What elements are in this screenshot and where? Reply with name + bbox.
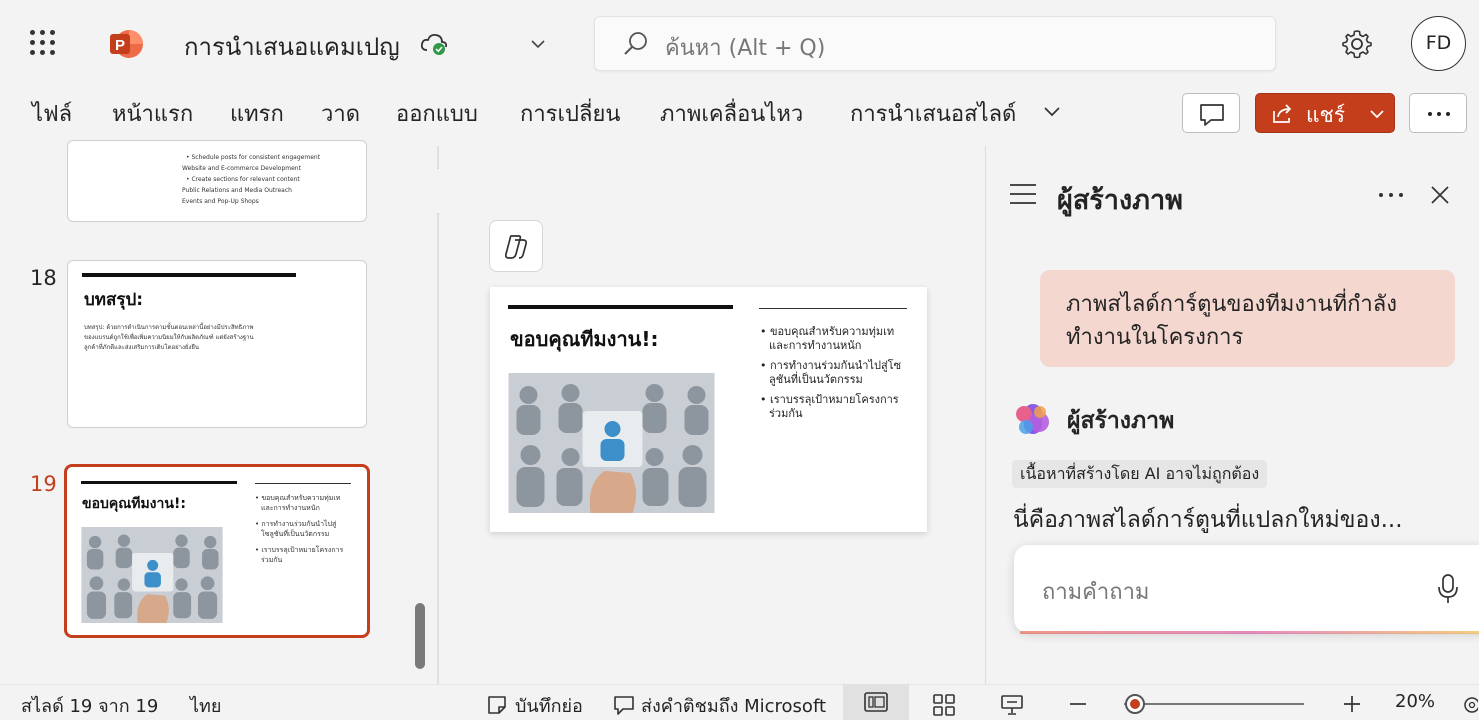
- thumb-body: ลูกค้าที่ภักดีและส่งเสริมการเติบโตอย่างย…: [84, 344, 199, 351]
- thumb-bullet: • ขอบคุณสำหรับความทุ่มเท: [255, 494, 341, 502]
- assistant-response: นี่คือภาพสไลด์การ์ตูนที่แปลกใหม่ของ...: [1013, 507, 1403, 533]
- bullet-item: • เราบรรลุเป้าหมายโครงการ ร่วมกัน: [760, 393, 899, 420]
- thumb-bullet: • การทำงานร่วมกันนำไปสู่: [255, 520, 337, 528]
- user-prompt-text: ภาพสไลด์การ์ตูนของทีมงานที่กำลังทำงานในโ…: [1066, 292, 1397, 350]
- normal-view-icon: [864, 692, 888, 712]
- slide-sorter-icon[interactable]: [932, 693, 956, 717]
- title-rule: [81, 481, 237, 484]
- ask-placeholder: ถามคำถาม: [1042, 580, 1150, 605]
- fit-to-window-icon[interactable]: [1460, 693, 1478, 717]
- chevron-down-icon[interactable]: [528, 34, 548, 54]
- main-slide[interactable]: ขอบคุณทีมงาน!: • ขอบคุณสำหรับความทุ่มเท …: [490, 287, 927, 532]
- slide-bullets[interactable]: • ขอบคุณสำหรับความทุ่มเท และการทำงานหนัก…: [760, 325, 910, 421]
- user-prompt-bubble: ภาพสไลด์การ์ตูนของทีมงานที่กำลังทำงานในโ…: [1040, 270, 1455, 367]
- tab-design[interactable]: ออกแบบ: [396, 96, 478, 131]
- search-placeholder: ค้นหา (Alt + Q): [665, 36, 826, 61]
- notes-button[interactable]: บันทึกย่อ: [515, 691, 583, 720]
- normal-view-button[interactable]: [843, 684, 909, 720]
- thumb-bullet: • เราบรรลุเป้าหมายโครงการ: [255, 546, 344, 554]
- comment-icon: [1200, 104, 1224, 126]
- title-bar: P การนำเสนอแคมเปญ ค้นหา (Alt + Q) FD: [0, 0, 1479, 88]
- tab-animations[interactable]: ภาพเคลื่อนไหว: [660, 96, 803, 131]
- bullet-item: • การทำงานร่วมกันนำไปสู่โซ ลูชันที่เป็นน…: [760, 359, 902, 386]
- more-tabs-chevron-icon[interactable]: [1042, 99, 1062, 123]
- share-label: แชร์: [1306, 103, 1346, 127]
- input-accent-line: [1020, 631, 1479, 634]
- feedback-icon: [614, 696, 634, 715]
- tab-draw[interactable]: วาด: [321, 96, 360, 131]
- share-icon: [1273, 104, 1292, 123]
- thumb-text: Events and Pop-Up Shops: [182, 198, 259, 205]
- pane-more-icon[interactable]: [1378, 190, 1406, 200]
- thumb-text: Website and E-commerce Development: [182, 165, 301, 172]
- hamburger-menu-icon[interactable]: [1009, 183, 1037, 205]
- title-rule: [82, 273, 296, 277]
- slide-number-selected: 19: [30, 472, 57, 496]
- share-button[interactable]: แชร์: [1255, 93, 1395, 133]
- thumb-title: บทสรุป:: [84, 290, 144, 310]
- settings-gear-icon[interactable]: [1340, 27, 1374, 61]
- ask-question-input[interactable]: ถามคำถาม: [1014, 545, 1479, 634]
- thumb-text: • Create sections for relevant content: [186, 176, 300, 183]
- zoom-out-icon[interactable]: [1068, 694, 1088, 714]
- tab-insert[interactable]: แทรก: [230, 96, 284, 131]
- team-puzzle-image[interactable]: [508, 373, 715, 513]
- tab-file[interactable]: ไฟล์: [32, 96, 72, 131]
- bullet-rule: [759, 308, 907, 309]
- thumb-bullet: ร่วมกัน: [261, 556, 283, 564]
- document-title[interactable]: การนำเสนอแคมเปญ: [184, 27, 400, 66]
- notes-icon: [488, 696, 506, 714]
- slide-thumbnail-17[interactable]: • Schedule posts for consistent engageme…: [67, 140, 367, 222]
- language-indicator[interactable]: ไทย: [190, 691, 221, 720]
- search-icon: [624, 32, 647, 55]
- zoom-slider-handle[interactable]: [1125, 694, 1145, 714]
- bullet-rule: [255, 483, 351, 484]
- thumb-body: ของแบรนด์ถูกใช้เพื่อเพิ่มความนิยมให้กับผ…: [84, 334, 254, 341]
- slide-title[interactable]: ขอบคุณทีมงาน!:: [510, 323, 658, 355]
- designer-logo-icon: [1016, 404, 1049, 434]
- assistant-name: ผู้สร้างภาพ: [1067, 408, 1175, 434]
- tab-slideshow[interactable]: การนำเสนอสไลด์: [850, 96, 1016, 131]
- presenter-view-icon[interactable]: [1000, 693, 1024, 717]
- copilot-button[interactable]: [489, 220, 543, 272]
- user-avatar[interactable]: FD: [1411, 16, 1466, 71]
- thumb-body: บทสรุป: ด้วยการดำเนินการตามขั้นตอนเหล่าน…: [84, 324, 254, 331]
- close-icon[interactable]: [1430, 185, 1450, 205]
- zoom-in-icon[interactable]: [1342, 694, 1362, 714]
- team-puzzle-image: [81, 527, 223, 623]
- chevron-down-icon: [1370, 110, 1384, 119]
- tab-home[interactable]: หน้าแรก: [112, 96, 193, 131]
- comments-button[interactable]: [1182, 93, 1240, 133]
- bullet-item: • ขอบคุณสำหรับความทุ่มเท และการทำงานหนัก: [760, 325, 895, 352]
- powerpoint-logo: P: [110, 30, 143, 58]
- thumb-title: ขอบคุณทีมงาน!:: [82, 496, 186, 512]
- app-launcher-icon[interactable]: [30, 30, 56, 56]
- zoom-slider-track[interactable]: [1124, 703, 1304, 705]
- pane-title: ผู้สร้างภาพ: [1057, 185, 1183, 216]
- copilot-icon: [504, 235, 528, 259]
- ai-disclaimer-badge: เนื้อหาที่สร้างโดย AI อาจไม่ถูกต้อง: [1012, 460, 1268, 488]
- tab-transitions[interactable]: การเปลี่ยน: [520, 96, 620, 131]
- microphone-icon[interactable]: [1436, 573, 1460, 605]
- more-options-button[interactable]: [1409, 93, 1467, 133]
- cloud-saved-icon: [420, 33, 448, 55]
- thumb-text: • Schedule posts for consistent engageme…: [186, 154, 321, 161]
- thumb-bullet: โซลูชันที่เป็นนวัตกรรม: [261, 530, 330, 538]
- thumb-text: Public Relations and Media Outreach: [182, 187, 292, 194]
- slide-thumbnail-18[interactable]: บทสรุป: บทสรุป: ด้วยการดำเนินการตามขั้นต…: [67, 260, 367, 428]
- thumb-bullet: และการทำงานหนัก: [261, 504, 320, 512]
- thumbnail-scrollbar[interactable]: [415, 603, 425, 669]
- slide-thumbnail-19[interactable]: ขอบคุณทีมงาน!: • ขอบคุณสำหรับความทุ่มเท …: [64, 464, 370, 638]
- svg-text:P: P: [115, 37, 125, 54]
- feedback-button[interactable]: ส่งคำติชมถึง Microsoft: [641, 691, 826, 720]
- slide-number: 18: [30, 266, 57, 290]
- zoom-level[interactable]: 20%: [1395, 691, 1435, 712]
- search-box[interactable]: ค้นหา (Alt + Q): [594, 16, 1276, 71]
- slide-position: สไลด์ 19 จาก 19: [21, 696, 159, 717]
- title-rule: [508, 305, 733, 309]
